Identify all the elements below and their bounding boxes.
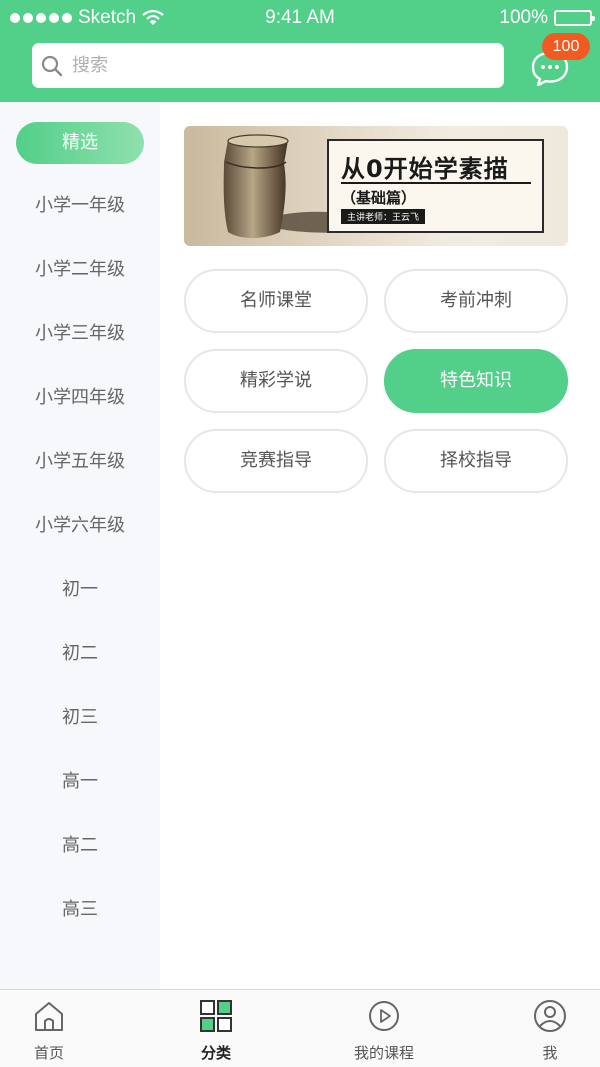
category-exam-sprint[interactable]: 考前冲刺 [384,269,568,333]
battery-percent: 100% [499,7,548,28]
banner-title: 从0开始学素描 [341,155,509,183]
status-bar: Sketch 9:41 AM 100% [0,0,600,36]
tab-me[interactable]: 我 [490,990,600,1067]
search-icon [41,55,63,76]
home-icon [35,1002,63,1031]
banner-rule [341,182,531,184]
sidebar-item-senior1[interactable]: 高一 [0,770,160,794]
play-icon [369,1001,399,1031]
tab-category-label: 分类 [200,1044,231,1062]
sidebar-item-senior2[interactable]: 高二 [0,834,160,858]
banner-title-card: 从0开始学素描 （基础篇） 主讲老师：王云飞 [327,139,544,233]
sidebar-item-grade1[interactable]: 小学一年级 [0,194,160,218]
sidebar-item-junior3[interactable]: 初三 [0,706,160,730]
user-icon [534,1000,566,1032]
search-input[interactable] [72,55,492,76]
sidebar-item-junior1[interactable]: 初一 [0,578,160,602]
sidebar-item-grade3[interactable]: 小学三年级 [0,322,160,346]
grade-sidebar: 精选 小学一年级 小学二年级 小学三年级 小学四年级 小学五年级 小学六年级 初… [0,102,160,989]
category-wonderful-talks[interactable]: 精彩学说 [184,349,368,413]
sidebar-item-featured[interactable]: 精选 [16,122,144,164]
bottom-tab-bar: 首页 分类 我的课程 我 [0,989,600,1067]
tab-my-courses-label: 我的课程 [353,1044,414,1062]
tab-home-label: 首页 [33,1044,64,1062]
tab-category[interactable]: 分类 [156,990,276,1067]
sidebar-item-senior3[interactable]: 高三 [0,898,160,922]
category-competition-guide[interactable]: 竞赛指导 [184,429,368,493]
sidebar-item-grade5[interactable]: 小学五年级 [0,450,160,474]
category-featured-knowledge[interactable]: 特色知识 [384,349,568,413]
banner-subtitle: （基础篇） [341,189,417,207]
tab-my-courses[interactable]: 我的课程 [324,990,444,1067]
battery-icon [554,10,595,26]
sidebar-item-grade4[interactable]: 小学四年级 [0,386,160,410]
course-banner[interactable]: 从0开始学素描 （基础篇） 主讲老师：王云飞 [184,126,568,246]
tab-me-label: 我 [542,1044,558,1062]
search-box[interactable] [32,43,504,88]
status-right: 100% [499,7,595,29]
message-count-badge: 100 [542,33,590,60]
sidebar-item-grade6[interactable]: 小学六年级 [0,514,160,538]
sidebar-item-grade2[interactable]: 小学二年级 [0,258,160,282]
tab-home[interactable]: 首页 [0,990,109,1067]
banner-teacher: 主讲老师：王云飞 [341,209,426,224]
header-bar: Sketch 9:41 AM 100% 100 [0,0,600,102]
category-famous-teacher[interactable]: 名师课堂 [184,269,368,333]
category-school-choice-guide[interactable]: 择校指导 [384,429,568,493]
sidebar-item-junior2[interactable]: 初二 [0,642,160,666]
grid-icon [200,1000,232,1032]
